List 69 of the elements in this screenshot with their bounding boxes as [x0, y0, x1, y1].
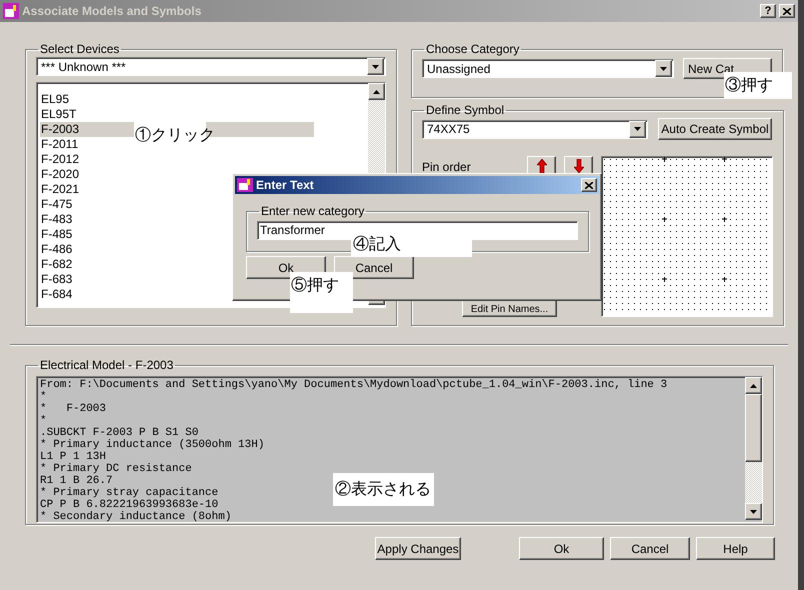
scrollbar[interactable] [745, 377, 762, 520]
close-icon [585, 182, 593, 188]
list-item[interactable]: F-2020 [40, 167, 134, 182]
pin-order-label: Pin order [422, 159, 472, 176]
app-icon [237, 178, 253, 192]
dialog-title: Enter Text [256, 177, 315, 194]
code-line: R1 1 B 26.7 [40, 475, 113, 487]
window-title: Associate Models and Symbols [22, 3, 202, 20]
down-triangle-icon [750, 510, 757, 514]
up-arrow-icon [536, 159, 546, 173]
down-triangle-icon [660, 66, 667, 70]
cancel-button[interactable]: Cancel [610, 537, 690, 560]
close-button[interactable] [779, 4, 795, 18]
group-label: Enter new category [260, 204, 366, 218]
callout-tooltip: ③押す [724, 72, 792, 99]
list-item[interactable]: F-486 [40, 242, 134, 257]
list-item[interactable]: F-483 [40, 212, 134, 227]
close-icon [783, 8, 791, 14]
code-line: * Primary DC resistance [40, 463, 192, 475]
help-button[interactable]: Help [696, 537, 775, 560]
list-item[interactable]: F-684 [40, 287, 134, 302]
list-item[interactable]: F-485 [40, 227, 134, 242]
down-triangle-icon [372, 64, 379, 68]
apply-button[interactable]: Apply Changes [375, 537, 461, 560]
up-triangle-icon [373, 90, 380, 94]
scroll-down-button[interactable] [745, 503, 762, 520]
app-icon [3, 3, 19, 19]
ok-button[interactable]: Ok [519, 537, 604, 560]
code-line: CP P B 6.82221963993683e-10 [40, 499, 218, 511]
list-item[interactable]: EL95T [40, 107, 134, 122]
group-label: Choose Category [425, 42, 520, 56]
list-item[interactable]: F-2003 [40, 122, 134, 137]
down-arrow-icon [574, 159, 584, 173]
code-line: * Primary inductance (3500ohm 13H) [40, 439, 264, 451]
scrollbar-thumb[interactable] [745, 394, 762, 462]
list-item[interactable]: F-2012 [40, 152, 134, 167]
dropdown-button[interactable] [655, 60, 672, 77]
list-item[interactable]: F-475 [40, 197, 134, 212]
group-label: Select Devices [39, 42, 120, 56]
code-line: From: F:\Documents and Settings\yano\My Documents\Mydownload\pctube_1.04_win\F-2003.inc, line 3 [40, 379, 668, 391]
dropdown-button[interactable] [367, 58, 384, 75]
code-line: * [40, 415, 47, 427]
category-combo[interactable]: Unassigned [422, 59, 674, 78]
code-line: * F-2003 [40, 403, 106, 415]
callout-tooltip: ②表示される [333, 473, 434, 506]
down-triangle-icon [634, 127, 641, 131]
code-line: .SUBCKT F-2003 P B S1 S0 [40, 427, 198, 439]
code-line: L1 P 1 13H [40, 451, 106, 463]
up-triangle-icon [750, 384, 757, 388]
list-item[interactable]: F-2011 [40, 137, 134, 152]
close-button[interactable] [581, 178, 597, 192]
callout-tooltip: ⑤押す [290, 272, 353, 313]
group-label: Define Symbol [425, 103, 506, 117]
symbol-combo[interactable]: 74XX75 [422, 120, 648, 138]
dropdown-button[interactable] [629, 120, 646, 138]
code-line: * Primary stray capacitance [40, 487, 218, 499]
scroll-up-button[interactable] [745, 377, 762, 394]
code-line: * [40, 391, 47, 403]
code-line: * Secondary inductance (8ohm) [40, 511, 232, 522]
list-item[interactable]: EL95 [40, 92, 134, 107]
device-combo[interactable]: *** Unknown *** [36, 57, 386, 76]
list-item[interactable]: F-683 [40, 272, 134, 287]
callout-text: ①クリック [134, 127, 216, 144]
help-button[interactable]: ? [760, 4, 776, 18]
list-item[interactable]: F-2021 [40, 182, 134, 197]
scroll-up-button[interactable] [368, 83, 385, 100]
group-label: Electrical Model - F-2003 [39, 358, 174, 372]
list-item[interactable]: F-682 [40, 257, 134, 272]
auto-create-button[interactable]: Auto Create Symbol [658, 118, 772, 140]
